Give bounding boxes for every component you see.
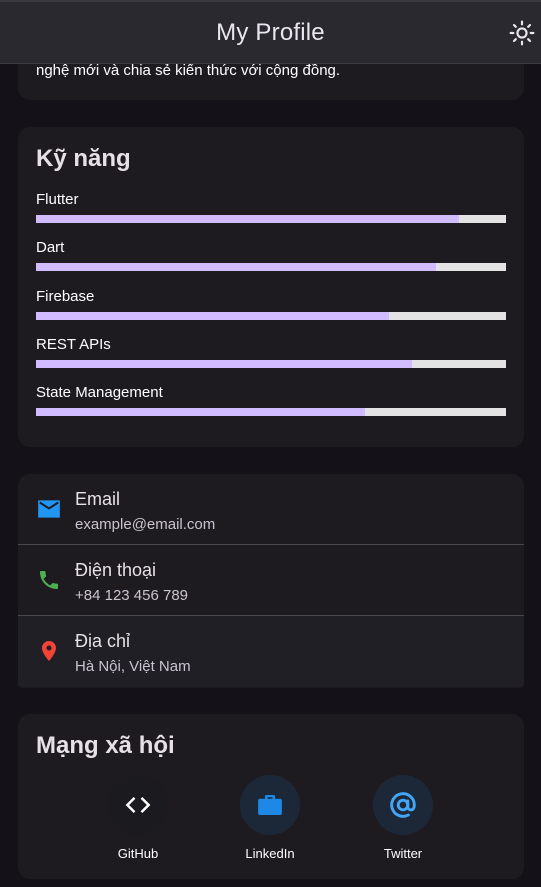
briefcase-icon (258, 795, 282, 815)
location-pin-icon (36, 638, 62, 664)
contact-value: Hà Nội, Việt Nam (75, 658, 191, 675)
sun-icon (509, 20, 535, 46)
skill-rest-apis: REST APIs (36, 336, 506, 368)
skill-progress-track (36, 263, 506, 271)
skill-progress-track (36, 312, 506, 320)
skill-label: Dart (36, 239, 65, 256)
at-sign-icon (390, 792, 416, 818)
contact-value: +84 123 456 789 (75, 587, 189, 604)
skill-progress-fill (36, 408, 365, 416)
social-twitter-button[interactable]: Twitter (363, 775, 443, 861)
skill-progress-fill (36, 360, 412, 368)
skill-progress-fill (36, 263, 436, 271)
skill-flutter: Flutter (36, 191, 506, 223)
skill-progress-fill (36, 312, 389, 320)
contact-label: Email (75, 489, 121, 509)
skill-dart: Dart (36, 239, 506, 271)
contact-label: Điện thoại (75, 560, 157, 580)
phone-icon (36, 567, 62, 593)
contact-item-email[interactable]: Email example@email.com (18, 474, 524, 545)
skill-label: Flutter (36, 191, 79, 208)
skill-label: REST APIs (36, 336, 111, 353)
profile-screen: My Profile nghệ mới và chia sẻ kiến thức… (0, 0, 541, 887)
about-text: nghệ mới và chia sẻ kiến thức với cộng đ… (36, 62, 341, 79)
skill-label: Firebase (36, 288, 95, 305)
skill-firebase: Firebase (36, 288, 506, 320)
social-icon-circle (240, 775, 300, 835)
contact-item-phone[interactable]: Điện thoại +84 123 456 789 (18, 545, 524, 616)
contact-value: example@email.com (75, 516, 216, 533)
social-github-button[interactable]: GitHub (98, 775, 178, 861)
social-label: LinkedIn (245, 846, 295, 861)
contact-label: Địa chỉ (75, 631, 131, 651)
skill-progress-track (36, 408, 506, 416)
code-icon (125, 796, 151, 814)
social-icon-circle (373, 775, 433, 835)
skills-title: Kỹ năng (36, 145, 131, 172)
social-label: GitHub (117, 846, 159, 861)
page-title: My Profile (216, 18, 325, 46)
social-linkedin-button[interactable]: LinkedIn (230, 775, 310, 861)
theme-toggle-button[interactable] (507, 18, 537, 48)
skill-progress-track (36, 360, 506, 368)
contact-item-address[interactable]: Địa chỉ Hà Nội, Việt Nam (18, 616, 524, 687)
skill-label: State Management (36, 384, 163, 401)
skill-state-management: State Management (36, 384, 506, 416)
skill-progress-fill (36, 215, 459, 223)
mail-icon (36, 496, 62, 522)
social-card: Mạng xã hội GitHub LinkedIn Twitter (18, 714, 524, 879)
contact-card: Email example@email.com Điện thoại +84 1… (18, 474, 524, 688)
social-label: Twitter (383, 846, 423, 861)
social-icon-circle (108, 775, 168, 835)
skill-progress-track (36, 215, 506, 223)
skills-card: Kỹ năng Flutter Dart Firebase REST APIs (18, 127, 524, 447)
app-bar: My Profile (0, 0, 541, 64)
social-title: Mạng xã hội (36, 732, 175, 759)
